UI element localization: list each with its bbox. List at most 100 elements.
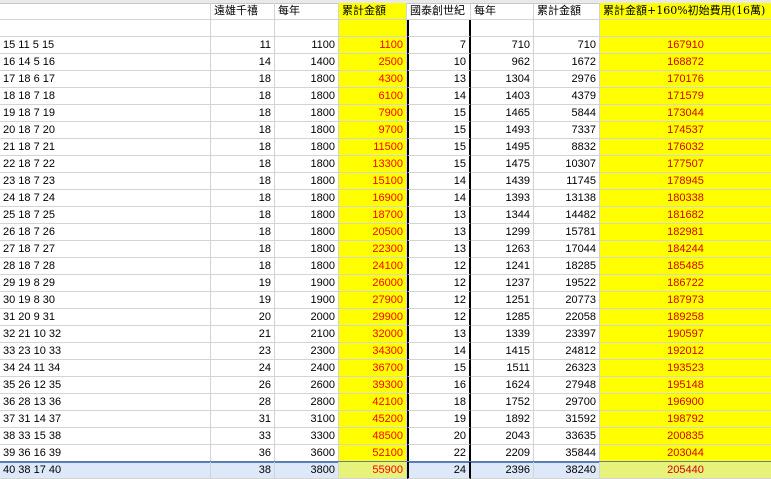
cell-h[interactable]: 187973	[600, 292, 771, 309]
cell-g[interactable]: 5844	[534, 105, 600, 122]
cell-g[interactable]: 11745	[534, 173, 600, 190]
cell-a[interactable]: 22 18 7 22	[0, 156, 211, 173]
cell-b[interactable]: 18	[211, 241, 275, 258]
cell-d[interactable]: 39300	[339, 377, 407, 394]
cell-f[interactable]: 1495	[471, 139, 534, 156]
cell-c[interactable]: 1400	[275, 54, 339, 71]
cell-c[interactable]: 1900	[275, 275, 339, 292]
cell-g[interactable]: 35844	[534, 445, 600, 462]
cell-b[interactable]: 31	[211, 411, 275, 428]
cell-g[interactable]: 17044	[534, 241, 600, 258]
cell-d[interactable]: 2500	[339, 54, 407, 71]
cell-g[interactable]: 23397	[534, 326, 600, 343]
cell-a[interactable]: 24 18 7 24	[0, 190, 211, 207]
cell-d[interactable]: 18700	[339, 207, 407, 224]
cell-d[interactable]: 9700	[339, 122, 407, 139]
cell-f[interactable]: 962	[471, 54, 534, 71]
cell-b[interactable]: 38	[211, 462, 275, 479]
cell-e[interactable]: 19	[407, 411, 471, 428]
cell-a[interactable]: 27 18 7 27	[0, 241, 211, 258]
header-cell-g[interactable]: 累計金額	[534, 3, 600, 20]
cell-h[interactable]: 173044	[600, 105, 771, 122]
cell-b[interactable]: 28	[211, 394, 275, 411]
cell-a[interactable]: 28 18 7 28	[0, 258, 211, 275]
cell-f[interactable]: 1299	[471, 224, 534, 241]
cell-b[interactable]: 20	[211, 309, 275, 326]
cell-e[interactable]: 15	[407, 105, 471, 122]
cell-f[interactable]: 1393	[471, 190, 534, 207]
cell-b[interactable]: 18	[211, 88, 275, 105]
cell-h[interactable]: 193523	[600, 360, 771, 377]
cell-c[interactable]: 1800	[275, 105, 339, 122]
cell-f[interactable]: 1465	[471, 105, 534, 122]
cell-b[interactable]: 26	[211, 377, 275, 394]
cell-f[interactable]: 1251	[471, 292, 534, 309]
cell-h[interactable]	[600, 20, 771, 37]
cell-a[interactable]: 36 28 13 36	[0, 394, 211, 411]
cell-e[interactable]: 14	[407, 343, 471, 360]
cell-g[interactable]: 710	[534, 37, 600, 54]
cell-h[interactable]: 189258	[600, 309, 771, 326]
header-cell-f[interactable]: 每年	[471, 3, 534, 20]
cell-g[interactable]: 24812	[534, 343, 600, 360]
header-cell-a[interactable]	[0, 3, 211, 20]
cell-e[interactable]: 14	[407, 190, 471, 207]
cell-c[interactable]	[275, 20, 339, 37]
cell-e[interactable]: 14	[407, 88, 471, 105]
cell-g[interactable]: 1672	[534, 54, 600, 71]
cell-d[interactable]: 22300	[339, 241, 407, 258]
cell-h[interactable]: 180338	[600, 190, 771, 207]
cell-d[interactable]: 1100	[339, 37, 407, 54]
header-cell-b[interactable]: 遠雄千禧	[211, 3, 275, 20]
cell-g[interactable]: 15781	[534, 224, 600, 241]
cell-d[interactable]: 20500	[339, 224, 407, 241]
cell-a[interactable]: 15 11 5 15	[0, 37, 211, 54]
cell-e[interactable]: 20	[407, 428, 471, 445]
cell-b[interactable]: 36	[211, 445, 275, 462]
cell-g[interactable]: 13138	[534, 190, 600, 207]
cell-f[interactable]: 710	[471, 37, 534, 54]
cell-e[interactable]: 15	[407, 156, 471, 173]
cell-f[interactable]: 2043	[471, 428, 534, 445]
cell-h[interactable]: 205440	[600, 462, 771, 479]
cell-c[interactable]: 1800	[275, 258, 339, 275]
cell-b[interactable]: 18	[211, 207, 275, 224]
cell-f[interactable]: 1241	[471, 258, 534, 275]
cell-f[interactable]: 2209	[471, 445, 534, 462]
cell-h[interactable]: 178945	[600, 173, 771, 190]
cell-a[interactable]: 30 19 8 30	[0, 292, 211, 309]
cell-c[interactable]: 1800	[275, 207, 339, 224]
cell-d[interactable]: 4300	[339, 71, 407, 88]
cell-e[interactable]: 15	[407, 122, 471, 139]
header-cell-c[interactable]: 每年	[275, 3, 339, 20]
cell-b[interactable]: 18	[211, 139, 275, 156]
cell-c[interactable]: 1100	[275, 37, 339, 54]
cell-g[interactable]: 4379	[534, 88, 600, 105]
cell-a[interactable]	[0, 20, 211, 37]
cell-f[interactable]: 1892	[471, 411, 534, 428]
cell-h[interactable]: 198792	[600, 411, 771, 428]
cell-b[interactable]: 18	[211, 71, 275, 88]
cell-e[interactable]: 12	[407, 309, 471, 326]
cell-c[interactable]: 2100	[275, 326, 339, 343]
cell-a[interactable]: 37 31 14 37	[0, 411, 211, 428]
cell-b[interactable]: 24	[211, 360, 275, 377]
cell-g[interactable]: 18285	[534, 258, 600, 275]
cell-c[interactable]: 1800	[275, 224, 339, 241]
cell-h[interactable]: 196900	[600, 394, 771, 411]
cell-a[interactable]: 19 18 7 19	[0, 105, 211, 122]
cell-g[interactable]: 22058	[534, 309, 600, 326]
cell-b[interactable]: 23	[211, 343, 275, 360]
cell-d[interactable]	[339, 20, 407, 37]
cell-f[interactable]: 1285	[471, 309, 534, 326]
cell-h[interactable]: 181682	[600, 207, 771, 224]
cell-e[interactable]: 12	[407, 258, 471, 275]
cell-g[interactable]: 7337	[534, 122, 600, 139]
cell-d[interactable]: 42100	[339, 394, 407, 411]
cell-a[interactable]: 25 18 7 25	[0, 207, 211, 224]
cell-g[interactable]: 10307	[534, 156, 600, 173]
cell-c[interactable]: 1800	[275, 88, 339, 105]
cell-g[interactable]: 31592	[534, 411, 600, 428]
cell-g[interactable]: 20773	[534, 292, 600, 309]
cell-f[interactable]: 1304	[471, 71, 534, 88]
